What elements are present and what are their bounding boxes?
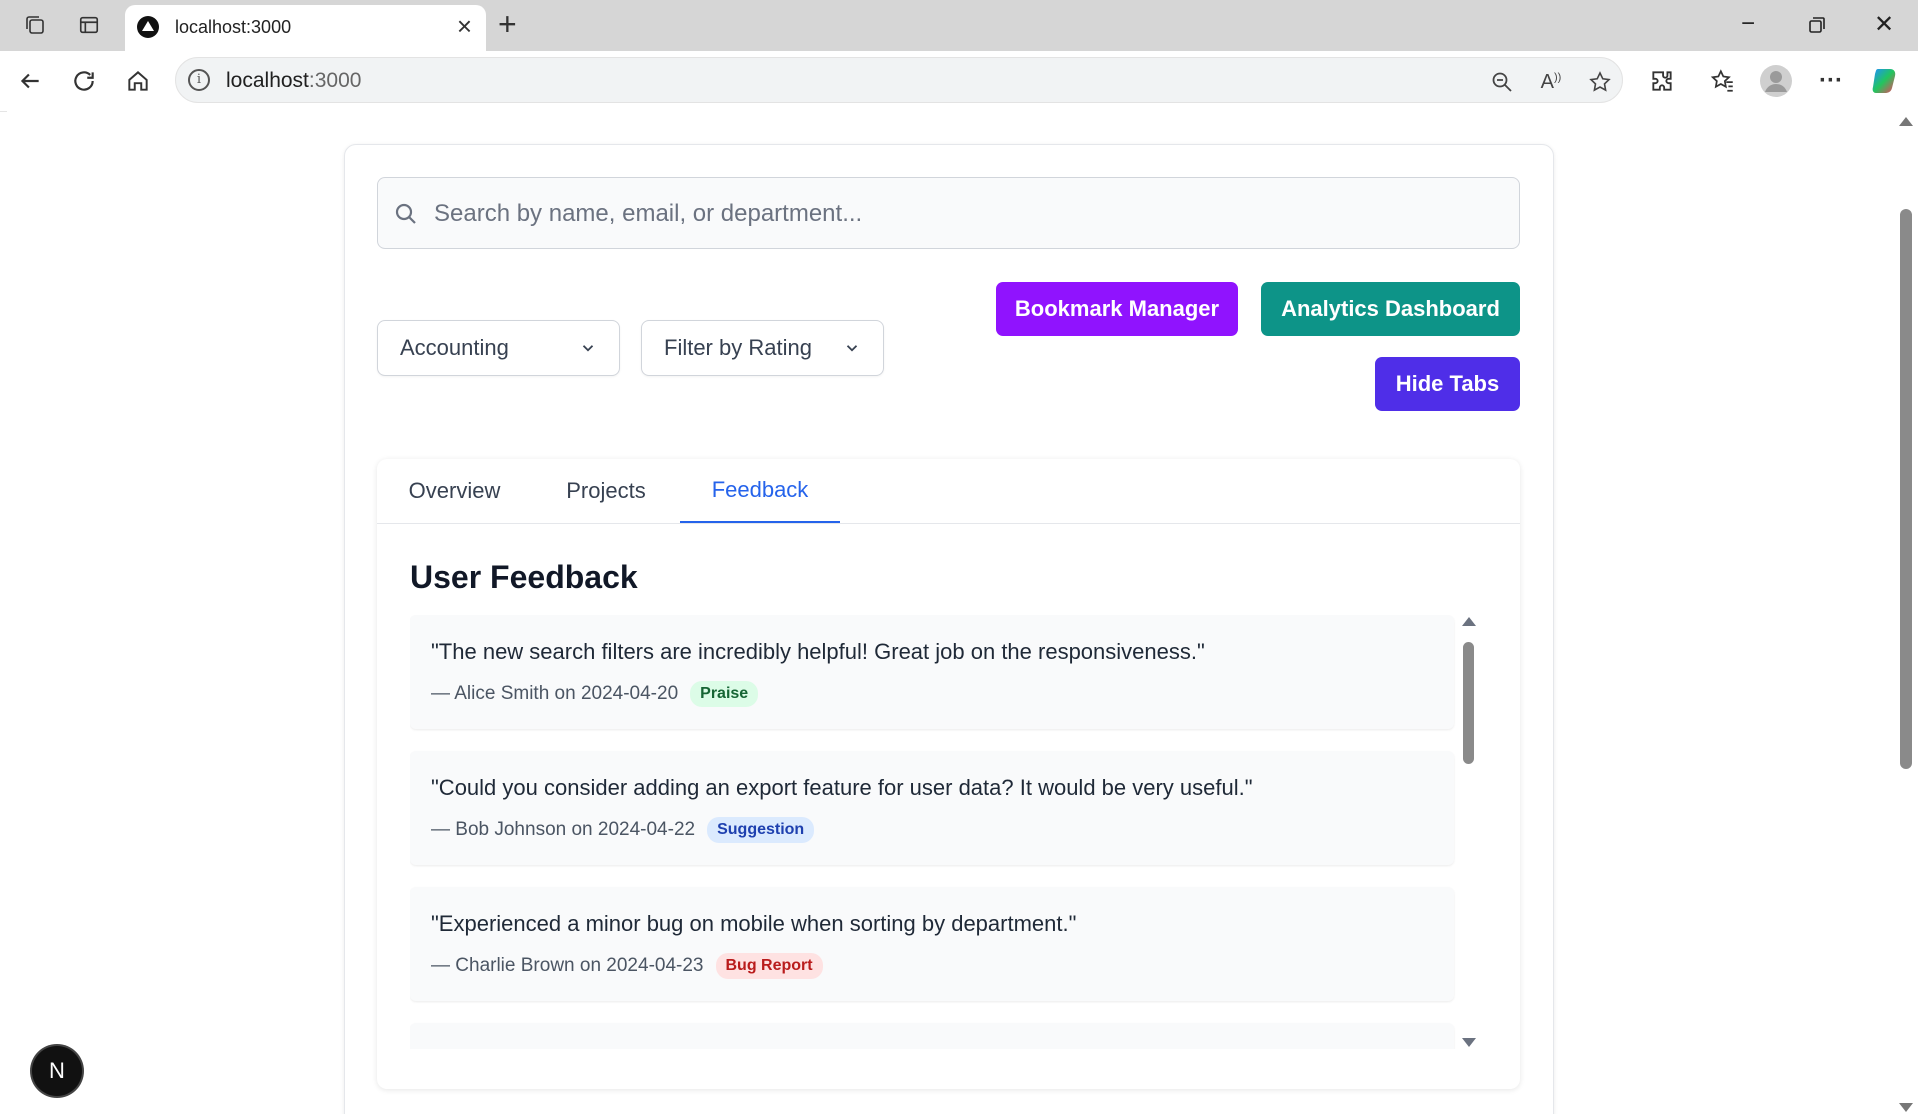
zoom-out-icon[interactable] (1488, 68, 1516, 96)
feedback-quote: "The new search filters are incredibly h… (431, 639, 1205, 664)
tab-feedback[interactable]: Feedback (680, 459, 840, 523)
address-field[interactable]: i localhost:3000 A)) (175, 57, 1623, 103)
tab-projects[interactable]: Projects (532, 459, 680, 523)
search-icon (395, 203, 416, 224)
browser-tab-bar: localhost:3000 × + − ✕ (0, 0, 1918, 51)
bookmark-manager-button[interactable]: Bookmark Manager (996, 282, 1238, 336)
back-icon[interactable] (12, 63, 48, 99)
site-favicon-icon (137, 16, 159, 38)
reload-icon[interactable] (66, 63, 102, 99)
restore-icon[interactable] (1797, 13, 1837, 41)
analytics-dashboard-button[interactable]: Analytics Dashboard (1261, 282, 1520, 336)
scroll-down-arrow-icon[interactable] (1899, 1103, 1913, 1112)
feedback-author: — Alice Smith on 2024-04-20 (431, 683, 679, 704)
feedback-item: "Could you consider adding an export fea… (410, 751, 1454, 865)
close-window-icon[interactable]: ✕ (1864, 10, 1904, 39)
dev-tools-badge[interactable]: N (32, 1046, 82, 1096)
feedback-meta: — Bob Johnson on 2024-04-22 Suggestion (431, 817, 815, 843)
profile-avatar-icon[interactable] (1758, 63, 1794, 99)
browser-tab-title: localhost:3000 (175, 17, 292, 37)
rating-filter-value: Filter by Rating (664, 335, 812, 360)
scroll-thumb[interactable] (1463, 642, 1474, 764)
feedback-quote: "Experienced a minor bug on mobile when … (431, 911, 1077, 936)
feedback-quote: "Could you consider adding an export fea… (431, 775, 1253, 800)
page-scroll-thumb[interactable] (1900, 209, 1912, 769)
chevron-down-icon (846, 345, 858, 352)
close-tab-icon[interactable]: × (457, 13, 472, 39)
feedback-type-badge: Bug Report (715, 953, 823, 979)
tabs-panel: Overview Projects Feedback User Feedback… (377, 459, 1520, 1089)
feedback-scrollbar[interactable] (1460, 615, 1478, 1049)
extensions-icon[interactable] (1644, 63, 1680, 99)
feedback-meta: — Charlie Brown on 2024-04-23 Bug Report (431, 953, 823, 979)
more-options-icon[interactable]: ··· (1813, 63, 1849, 99)
department-select-value: Accounting (400, 335, 509, 360)
feedback-author: — Bob Johnson on 2024-04-22 (431, 819, 696, 840)
minimize-icon[interactable]: − (1728, 10, 1768, 38)
hide-tabs-button[interactable]: Hide Tabs (1375, 357, 1520, 411)
feedback-author: — Charlie Brown on 2024-04-23 (431, 955, 704, 976)
feedback-meta: — Alice Smith on 2024-04-20 Praise (431, 681, 759, 707)
read-aloud-icon[interactable]: A)) (1537, 68, 1565, 96)
workspaces-icon[interactable] (22, 12, 48, 38)
main-card: Accounting Filter by Rating Bookmark Man… (344, 144, 1554, 1114)
copilot-icon[interactable] (1868, 63, 1904, 99)
tab-list: Overview Projects Feedback (377, 459, 1520, 524)
department-select[interactable]: Accounting (377, 320, 620, 376)
search-input[interactable] (432, 178, 1496, 250)
feedback-list[interactable]: "The new search filters are incredibly h… (410, 615, 1482, 1049)
favorite-star-icon[interactable] (1586, 68, 1614, 96)
chevron-down-icon (582, 345, 594, 352)
new-tab-icon[interactable]: + (498, 6, 517, 43)
browser-address-bar: i localhost:3000 A)) ··· (0, 51, 1918, 112)
tab-overview[interactable]: Overview (377, 459, 532, 523)
tab-actions-icon[interactable] (76, 12, 102, 38)
feedback-type-badge: Suggestion (707, 817, 815, 843)
page-scrollbar[interactable] (1892, 111, 1918, 1114)
scroll-down-arrow-icon[interactable] (1462, 1038, 1476, 1047)
search-box (377, 177, 1520, 250)
feedback-item-partial (410, 1023, 1454, 1049)
rating-filter-select[interactable]: Filter by Rating (641, 320, 884, 376)
scroll-up-arrow-icon[interactable] (1899, 117, 1913, 126)
scroll-up-arrow-icon[interactable] (1462, 617, 1476, 626)
browser-tab-active[interactable]: localhost:3000 × (125, 5, 486, 51)
favorites-icon[interactable] (1705, 63, 1741, 99)
site-info-icon[interactable]: i (188, 69, 210, 91)
page-viewport: Accounting Filter by Rating Bookmark Man… (7, 111, 1892, 1114)
home-icon[interactable] (120, 63, 156, 99)
feedback-type-badge: Praise (690, 681, 759, 707)
url-text: localhost:3000 (226, 69, 362, 92)
feedback-item: "Experienced a minor bug on mobile when … (410, 887, 1454, 1001)
feedback-heading: User Feedback (410, 559, 638, 595)
feedback-item: "The new search filters are incredibly h… (410, 615, 1454, 729)
